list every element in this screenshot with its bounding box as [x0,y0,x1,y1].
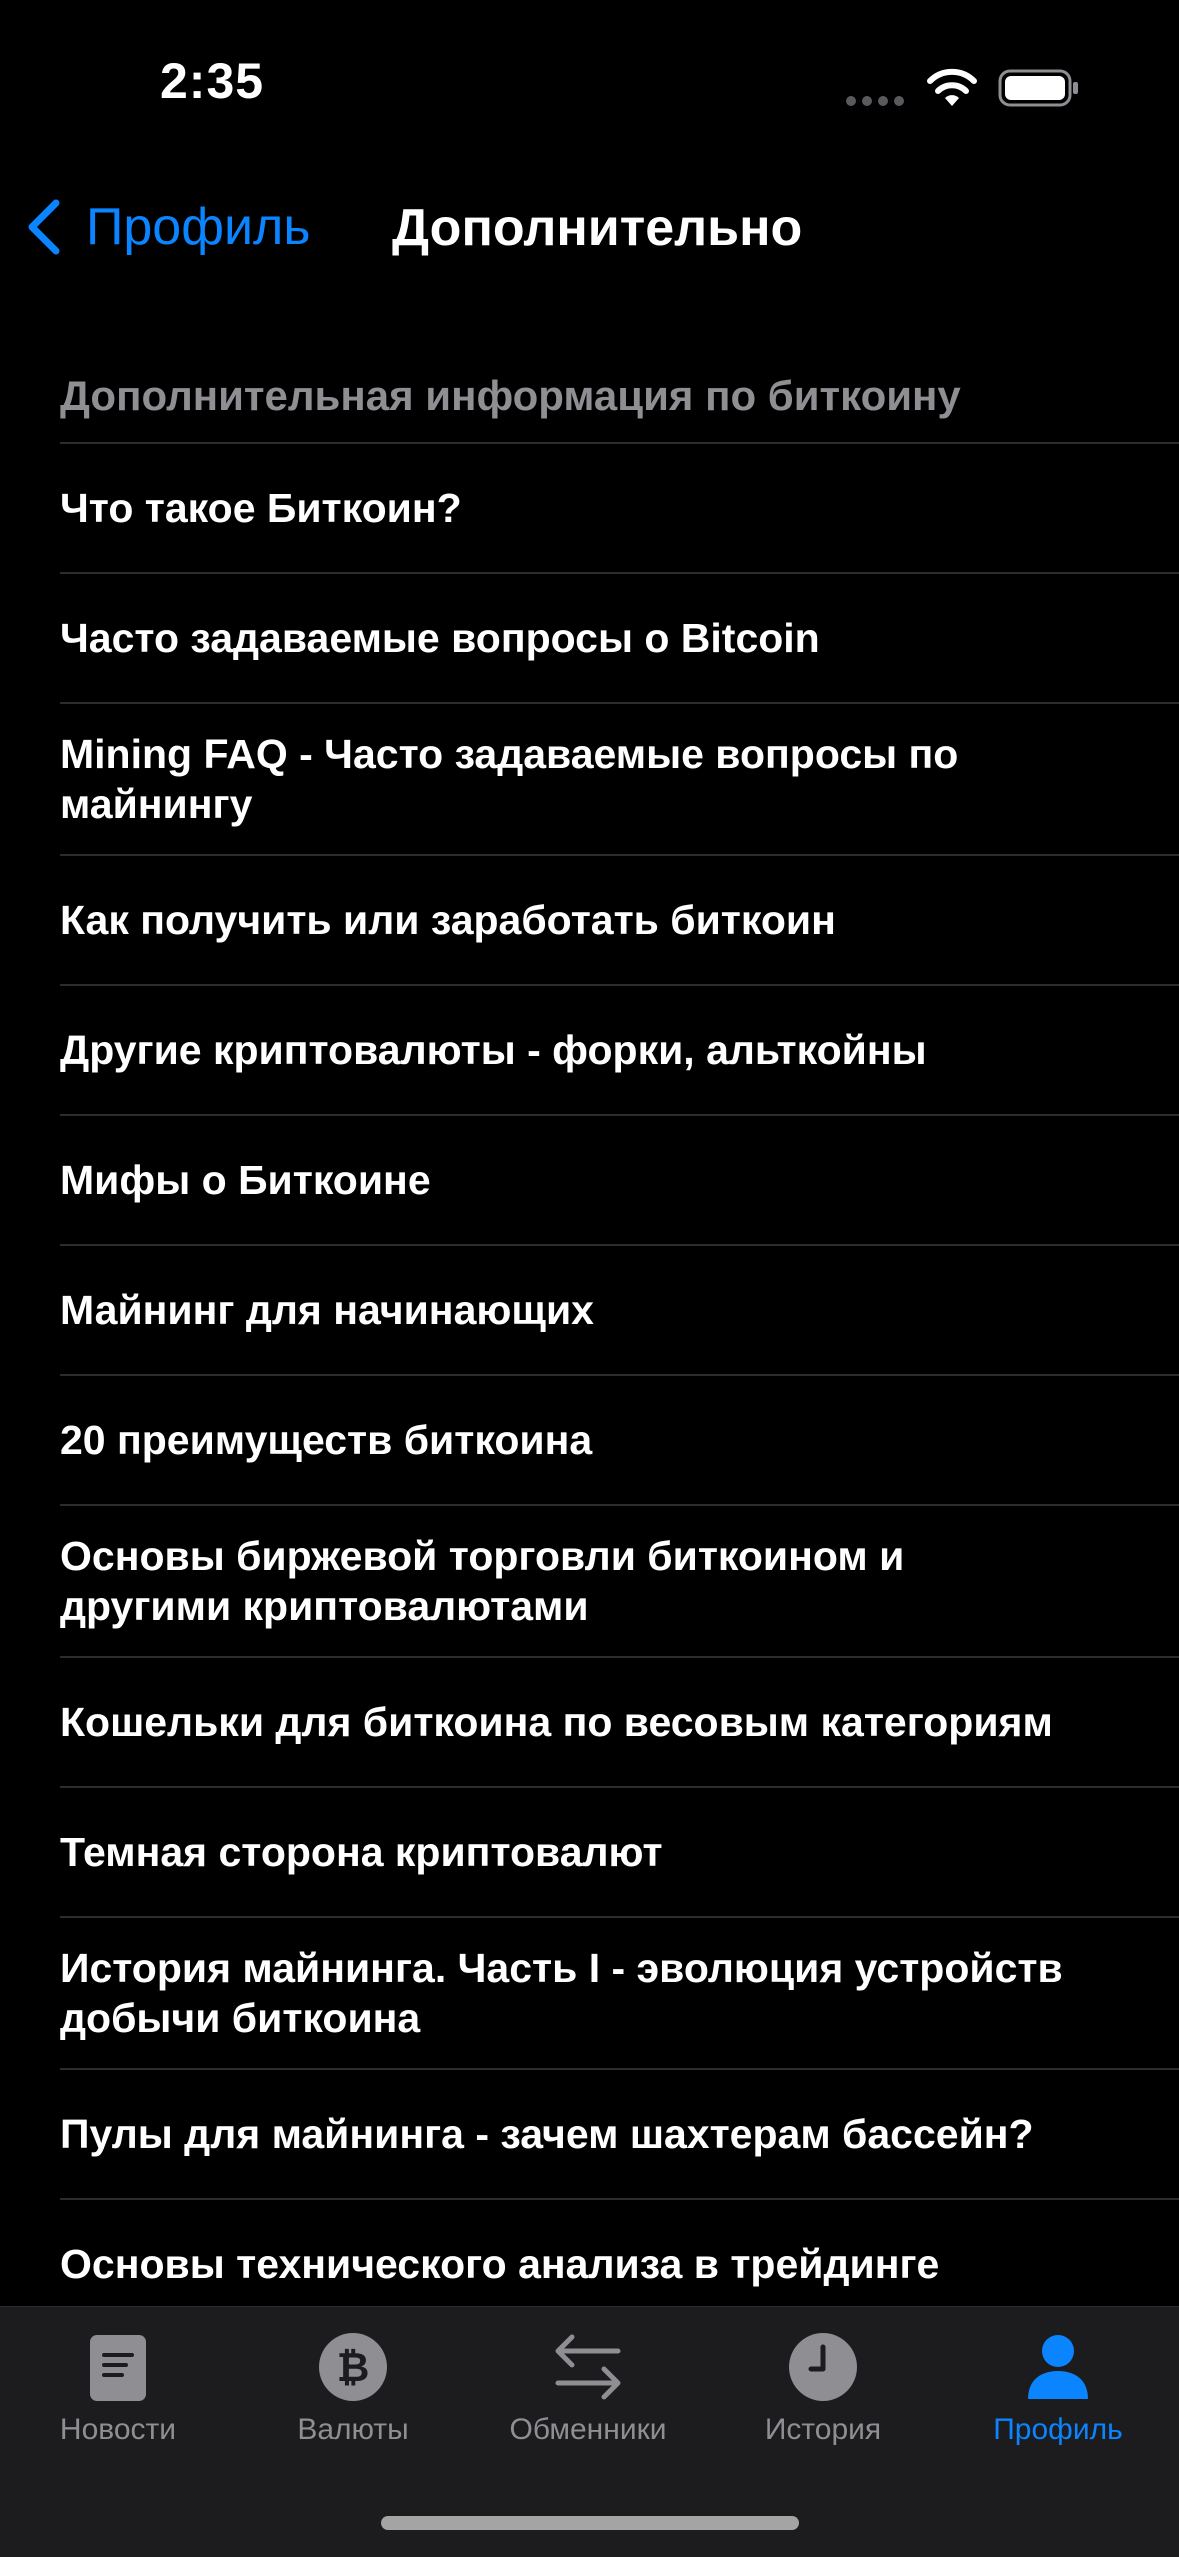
back-button[interactable]: Профиль [24,192,310,262]
list-item-label: Другие криптовалюты - форки, альткойны [60,1027,927,1073]
list-item[interactable]: Основы биржевой торговли биткоином и дру… [60,1504,1179,1656]
tab-currencies[interactable]: ₿ Валюты [235,2327,471,2467]
list-item-label: Что такое Биткоин? [60,485,462,531]
tab-news[interactable]: Новости [0,2327,236,2467]
list-item[interactable]: Что такое Биткоин? [60,442,1179,572]
battery-icon [998,69,1078,107]
list-item-label: 20 преимуществ биткоина [60,1417,593,1463]
chevron-left-icon [28,199,60,255]
list-item[interactable]: Как получить или заработать биткоин [60,854,1179,984]
list-item[interactable]: Часто задаваемые вопросы о Bitcoin [60,572,1179,702]
exchange-arrows-icon [555,2334,621,2400]
list-item[interactable]: Темная сторона криптовалют [60,1786,1179,1916]
article-list: Что такое Биткоин? Часто задаваемые вопр… [60,442,1179,2328]
list-item-label: Mining FAQ - Часто задаваемые вопросы по… [60,731,959,827]
list-item[interactable]: Мифы о Биткоине [60,1114,1179,1244]
tab-history[interactable]: История [705,2327,941,2467]
tab-label: Обменники [509,2413,667,2446]
clock-icon [789,2333,857,2401]
page-title: Дополнительно [392,199,803,257]
section-header: Дополнительная информация по биткоину [60,372,961,419]
wifi-icon [927,68,977,106]
list-item[interactable]: Пулы для майнинга - зачем шахтерам бассе… [60,2068,1179,2198]
tab-label: История [764,2413,882,2446]
status-time: 2:35 [160,53,265,109]
tab-label: Новости [59,2413,177,2446]
list-item-label: История майнинга. Часть I - эволюция уст… [60,1945,1063,2041]
list-item-label: Как получить или заработать биткоин [60,897,836,943]
list-item[interactable]: Другие криптовалюты - форки, альткойны [60,984,1179,1114]
list-item[interactable]: Mining FAQ - Часто задаваемые вопросы по… [60,702,1179,854]
navigation-bar: Профиль Дополнительно [0,160,1179,290]
svg-text:₿: ₿ [337,2345,370,2391]
person-icon [1028,2335,1088,2399]
list-item[interactable]: История майнинга. Часть I - эволюция уст… [60,1916,1179,2068]
newspaper-icon [90,2335,146,2401]
tab-profile[interactable]: Профиль [940,2327,1176,2467]
list-item[interactable]: Кошельки для биткоина по весовым категор… [60,1656,1179,1786]
tab-label: Валюты [297,2413,409,2446]
status-bar: 2:35 [0,0,1179,160]
tab-label: Профиль [993,2413,1123,2446]
list-item-label: Майнинг для начинающих [60,1287,594,1333]
tab-exchangers[interactable]: Обменники [470,2327,706,2467]
back-button-label: Профиль [86,198,311,256]
list-item[interactable]: Майнинг для начинающих [60,1244,1179,1374]
bitcoin-icon: ₿ [319,2333,387,2401]
list-item[interactable]: 20 преимуществ биткоина [60,1374,1179,1504]
list-item-label: Основы технического анализа в трейдинге [60,2241,940,2287]
cellular-signal-icon [846,96,904,106]
list-item-label: Кошельки для биткоина по весовым категор… [60,1699,1053,1745]
list-item-label: Пулы для майнинга - зачем шахтерам бассе… [60,2111,1034,2157]
list-item-label: Часто задаваемые вопросы о Bitcoin [60,615,820,661]
list-item-label: Темная сторона криптовалют [60,1829,663,1875]
list-item-label: Основы биржевой торговли биткоином и дру… [60,1533,905,1629]
list-item-label: Мифы о Биткоине [60,1157,431,1203]
home-indicator[interactable] [381,2516,799,2530]
